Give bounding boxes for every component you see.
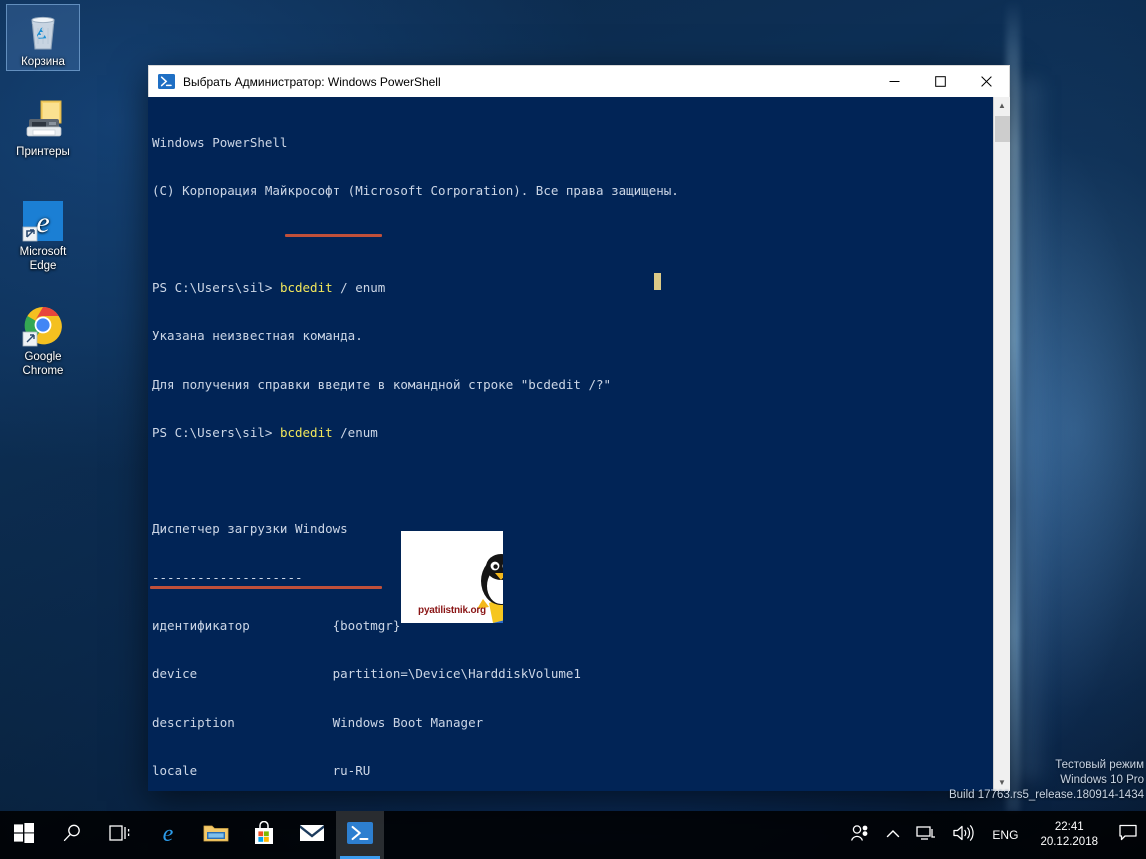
powershell-window[interactable]: Выбрать Администратор: Windows PowerShel… [148,65,1010,791]
console-output[interactable]: Windows PowerShell (C) Корпорация Майкро… [148,97,993,791]
site-watermark-logo: pyatilistnik.org [401,531,503,623]
test-mode-line-2: Windows 10 Pro [1060,774,1144,786]
task-view-icon [109,823,131,848]
annotation-underline-testsigning [150,586,382,589]
taskbar-store[interactable] [240,811,288,859]
edge-icon: e [155,820,181,851]
console-body[interactable]: Windows PowerShell (C) Корпорация Майкро… [148,97,1010,791]
taskbar[interactable]: e ENG 22:41 20.12.2018 [0,811,1146,859]
search-icon [62,823,82,848]
desktop-icon-edge[interactable]: e Microsoft Edge [6,195,80,273]
scroll-up-arrow-icon[interactable]: ▲ [994,97,1010,114]
start-button[interactable] [0,811,48,859]
window-minimize-button[interactable] [871,66,917,97]
tray-clock[interactable]: 22:41 20.12.2018 [1028,811,1110,859]
scrollbar-track[interactable] [994,114,1010,774]
console-line: locale ru-RU [152,762,371,778]
console-cursor [654,273,661,290]
watermark-text: pyatilistnik.org [418,604,486,616]
console-keyword: bcdedit [279,424,333,440]
console-section-heading: Диспетчер загрузки Windows [152,521,348,537]
console-line: device partition=\Device\HarddiskVolume1 [152,666,581,682]
console-line: description Windows Boot Manager [152,714,484,730]
edge-icon: e [6,195,80,243]
task-view-button[interactable] [96,811,144,859]
tray-network-button[interactable] [908,811,944,859]
svg-text:e: e [36,206,49,239]
powershell-icon [347,821,373,850]
chevron-up-icon [886,826,900,844]
console-line: -------------------- [152,569,303,585]
test-mode-watermark: Тестовый режим Windows 10 Pro Build 1776… [949,758,1144,803]
tray-date: 20.12.2018 [1040,836,1098,848]
recycle-bin-icon [7,5,79,53]
system-tray[interactable]: ENG 22:41 20.12.2018 [842,811,1146,859]
taskbar-edge[interactable]: e [144,811,192,859]
console-keyword: bcdedit [279,280,333,296]
tray-language-indicator[interactable]: ENG [982,811,1028,859]
chrome-icon [6,300,80,348]
folder-icon [203,822,229,849]
desktop-icon-label: Google Chrome [22,351,64,377]
console-prompt: PS C:\Users\sil> [152,280,280,296]
desktop-icon-label: Принтеры [16,146,70,158]
store-bag-icon [253,820,275,850]
desktop-icon-recycle-bin[interactable]: Корзина [6,4,80,71]
console-args: /enum [332,424,378,440]
console-scrollbar[interactable]: ▲ ▼ [993,97,1010,791]
desktop-icon-chrome[interactable]: Google Chrome [6,300,80,378]
tray-action-center-button[interactable] [1110,811,1146,859]
console-args: / enum [332,280,386,296]
action-center-icon [1119,824,1137,846]
tray-volume-button[interactable] [944,811,982,859]
network-monitor-icon [916,824,936,847]
scrollbar-thumb[interactable] [995,116,1010,142]
console-line: (C) Корпорация Майкрософт (Microsoft Cor… [152,183,679,199]
annotation-underline-command [285,234,382,237]
tray-time: 22:41 [1054,821,1084,833]
search-button[interactable] [48,811,96,859]
powershell-icon [158,73,175,90]
people-icon [850,824,870,847]
mail-envelope-icon [299,823,325,848]
speaker-icon [952,824,975,847]
wallpaper-right-glow [1016,120,1146,760]
test-mode-line-3: Build 17763.rs5_release.180914-1434 [948,789,1144,801]
taskbar-file-explorer[interactable] [192,811,240,859]
taskbar-mail[interactable] [288,811,336,859]
desktop-icon-label: Microsoft Edge [19,246,67,272]
window-close-button[interactable] [963,66,1009,97]
console-line: Для получения справки введите в командно… [152,376,612,392]
console-line: идентификатор {bootmgr} [152,618,401,633]
window-titlebar[interactable]: Выбрать Администратор: Windows PowerShel… [148,65,1010,97]
desktop-icon-printers[interactable]: Принтеры [6,95,80,160]
taskbar-powershell[interactable] [336,811,384,859]
console-line: Указана неизвестная команда. [152,328,363,344]
console-line: Windows PowerShell [152,135,288,151]
test-mode-line-1: Тестовый режим [1055,759,1144,771]
console-prompt: PS C:\Users\sil> [152,424,280,440]
printers-folder-icon [6,95,80,143]
windows-logo-icon [14,822,34,848]
desktop-icon-label: Корзина [21,56,65,68]
svg-text:e: e [163,821,174,846]
window-title: Выбрать Администратор: Windows PowerShel… [183,74,441,89]
tray-expand-button[interactable] [878,811,908,859]
tray-people-button[interactable] [842,811,878,859]
window-maximize-button[interactable] [917,66,963,97]
